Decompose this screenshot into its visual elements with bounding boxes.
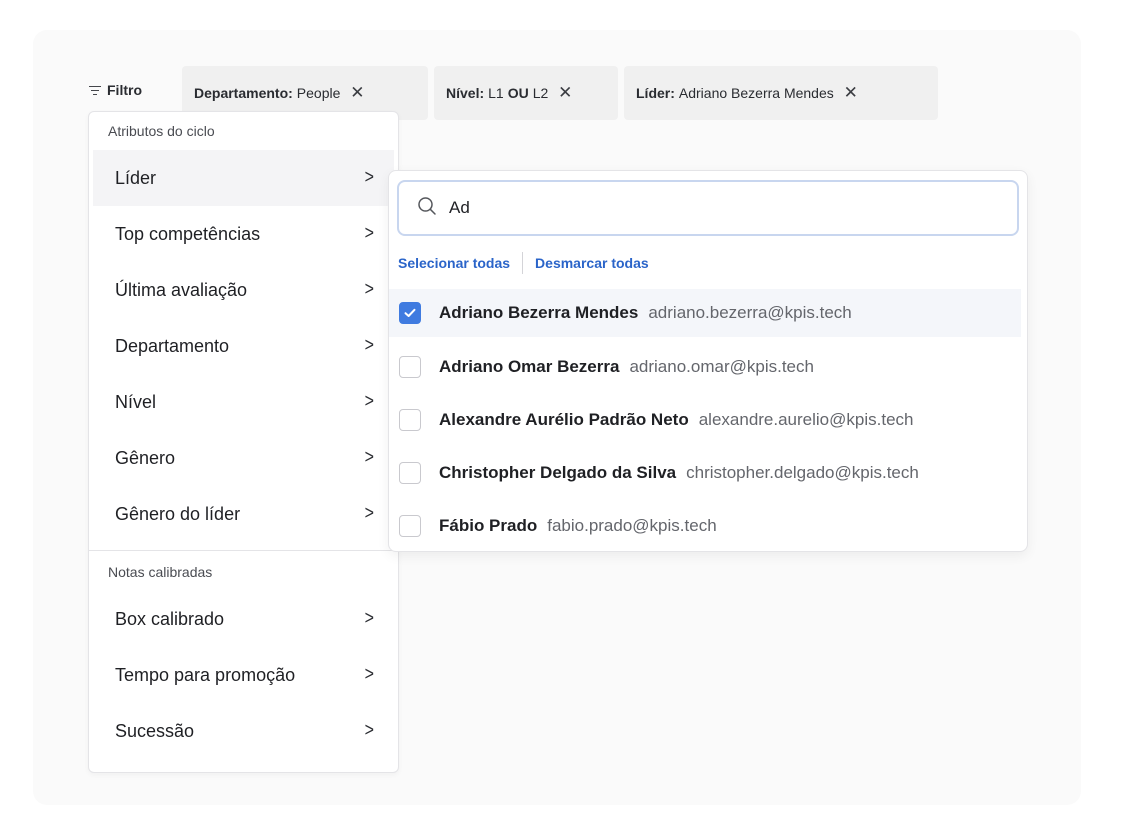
menu-item-label: Última avaliação (115, 279, 248, 300)
close-icon[interactable]: ✕ (554, 82, 576, 104)
chip-operator: OU (507, 85, 529, 101)
option-row[interactable]: Fábio Prado fabio.prado@kpis.tech (389, 502, 1021, 550)
chip-value: Adriano Bezerra Mendes (678, 85, 834, 101)
option-email: christopher.delgado@kpis.tech (686, 463, 919, 482)
chip-value-1: L1 (488, 85, 504, 101)
menu-item-tempo-para-promocao[interactable]: Tempo para promoção > (89, 647, 398, 703)
menu-item-label: Gênero do líder (115, 503, 241, 524)
chevron-right-icon: > (364, 664, 374, 685)
search-icon (417, 196, 437, 221)
option-email: fabio.prado@kpis.tech (547, 516, 717, 535)
chip-key: Departamento: (194, 85, 293, 101)
chevron-right-icon: > (364, 447, 374, 468)
chip-lider: Líder: Adriano Bezerra Mendes ✕ (624, 66, 938, 120)
menu-item-label: Top competências (115, 223, 261, 244)
chevron-right-icon: > (364, 503, 374, 524)
checkbox[interactable] (399, 515, 421, 537)
option-email: adriano.bezerra@kpis.tech (648, 303, 852, 322)
chevron-right-icon: > (364, 335, 374, 356)
option-row[interactable]: Adriano Bezerra Mendes adriano.bezerra@k… (389, 289, 1021, 337)
chip-key: Nível: (446, 85, 485, 101)
checkbox[interactable] (399, 356, 421, 378)
filter-menu: Atributos do ciclo Líder > Top competênc… (88, 111, 399, 773)
chip-key: Líder: (636, 85, 675, 101)
close-icon[interactable]: ✕ (840, 82, 862, 104)
menu-item-label: Gênero (115, 447, 176, 468)
menu-item-genero-do-lider[interactable]: Gênero do líder > (89, 486, 398, 542)
option-name: Adriano Bezerra Mendes (439, 303, 639, 322)
menu-item-lider[interactable]: Líder > (93, 150, 394, 206)
chip-nivel: Nível: L1 OU L2 ✕ (434, 66, 618, 120)
menu-section-title: Atributos do ciclo (108, 123, 215, 139)
checkbox-checked[interactable] (399, 302, 421, 324)
option-email: alexandre.aurelio@kpis.tech (698, 410, 914, 429)
menu-divider (89, 550, 398, 551)
menu-item-top-competencias[interactable]: Top competências > (89, 206, 398, 262)
option-name: Alexandre Aurélio Padrão Neto (439, 410, 689, 429)
menu-item-nivel[interactable]: Nível > (89, 374, 398, 430)
option-row[interactable]: Christopher Delgado da Silva christopher… (389, 449, 1021, 497)
chevron-right-icon: > (364, 720, 374, 741)
close-icon[interactable]: ✕ (346, 82, 368, 104)
menu-item-label: Departamento (115, 335, 230, 356)
chevron-right-icon: > (364, 608, 374, 629)
search-box (397, 180, 1019, 236)
checkbox[interactable] (399, 462, 421, 484)
menu-item-box-calibrado[interactable]: Box calibrado > (89, 591, 398, 647)
lider-options-panel: Selecionar todas Desmarcar todas Adriano… (388, 170, 1028, 552)
filter-icon (89, 85, 101, 96)
chip-value: People (296, 85, 341, 101)
chevron-right-icon: > (364, 279, 374, 300)
filter-label: Filtro (107, 82, 142, 98)
menu-item-label: Box calibrado (115, 608, 225, 629)
option-row[interactable]: Adriano Omar Bezerra adriano.omar@kpis.t… (389, 343, 1021, 391)
option-name: Adriano Omar Bezerra (439, 357, 620, 376)
menu-section-title: Notas calibradas (108, 564, 213, 580)
search-input[interactable] (447, 197, 991, 219)
filter-button[interactable]: Filtro (89, 80, 142, 100)
bulk-actions: Selecionar todas Desmarcar todas (398, 252, 649, 274)
menu-item-departamento[interactable]: Departamento > (89, 318, 398, 374)
menu-item-label: Tempo para promoção (115, 664, 296, 685)
chevron-right-icon: > (364, 223, 374, 244)
actions-divider (522, 252, 524, 274)
chevron-right-icon: > (364, 167, 374, 188)
option-email: adriano.omar@kpis.tech (629, 357, 814, 376)
menu-item-label: Líder (115, 167, 157, 188)
select-all-link[interactable]: Selecionar todas (398, 255, 510, 271)
chip-value-2: L2 (532, 85, 549, 101)
menu-item-ultima-avaliacao[interactable]: Última avaliação > (89, 262, 398, 318)
checkbox[interactable] (399, 409, 421, 431)
menu-item-sucessao[interactable]: Sucessão > (89, 703, 398, 759)
menu-item-label: Sucessão (115, 720, 195, 741)
check-icon (404, 308, 416, 317)
option-name: Christopher Delgado da Silva (439, 463, 677, 482)
deselect-all-link[interactable]: Desmarcar todas (535, 255, 649, 271)
option-row[interactable]: Alexandre Aurélio Padrão Neto alexandre.… (389, 396, 1021, 444)
chevron-right-icon: > (364, 391, 374, 412)
menu-item-label: Nível (115, 391, 157, 412)
option-name: Fábio Prado (439, 516, 538, 535)
menu-item-genero[interactable]: Gênero > (89, 430, 398, 486)
